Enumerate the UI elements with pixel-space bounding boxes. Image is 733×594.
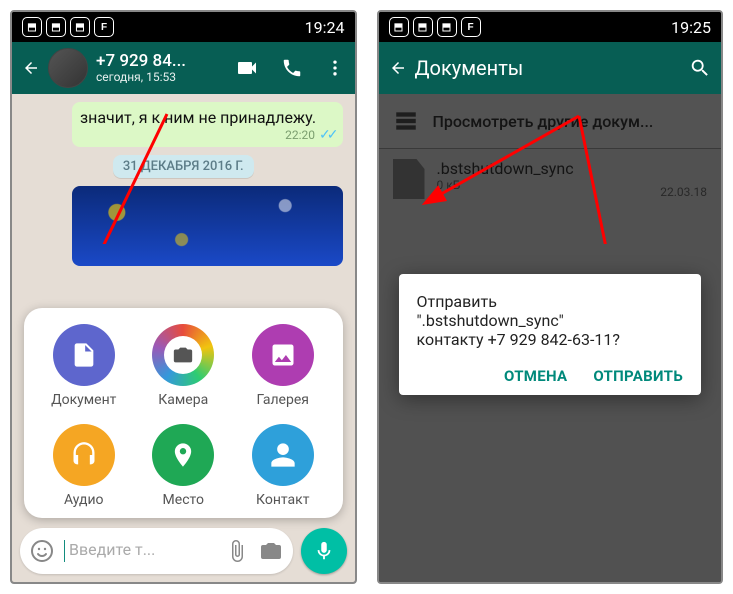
status-icon: F bbox=[94, 17, 114, 37]
cancel-button[interactable]: ОТМЕНА bbox=[504, 367, 567, 385]
message-input-bar: Введите т... bbox=[20, 528, 347, 574]
attach-document[interactable]: Документ bbox=[34, 324, 134, 408]
status-bar: ⬒ ⬒ ⬒ F 19:25 bbox=[379, 12, 722, 42]
search-icon[interactable] bbox=[689, 57, 711, 79]
attachment-sheet: Документ Камера Галерея bbox=[24, 308, 343, 518]
send-button[interactable]: ОТПРАВИТЬ bbox=[593, 367, 683, 385]
dialog-text-line: контакту +7 929 842-63-11? bbox=[417, 330, 684, 349]
dialog-text-line: Отправить bbox=[417, 292, 684, 311]
message-input-box[interactable]: Введите т... bbox=[20, 528, 293, 574]
attach-gallery[interactable]: Галерея bbox=[233, 324, 333, 408]
read-ticks-icon: ✓✓ bbox=[319, 127, 334, 143]
gallery-icon bbox=[269, 341, 297, 369]
attach-label: Галерея bbox=[233, 392, 333, 408]
status-icon: ⬒ bbox=[413, 17, 433, 37]
mic-icon bbox=[313, 540, 335, 562]
status-icon: ⬒ bbox=[70, 17, 90, 37]
status-clock: 19:24 bbox=[305, 18, 345, 37]
camera-icon bbox=[172, 344, 194, 366]
attach-contact[interactable]: Контакт bbox=[233, 424, 333, 508]
attach-label: Камера bbox=[134, 392, 234, 408]
chat-appbar: +7 929 84... сегодня, 15:53 bbox=[12, 42, 355, 94]
person-icon bbox=[269, 441, 297, 469]
send-confirm-dialog: Отправить ".bstshutdown_sync" контакту +… bbox=[399, 274, 702, 395]
mic-send-button[interactable] bbox=[301, 528, 347, 574]
screen-title: Документы bbox=[415, 56, 682, 80]
back-button[interactable] bbox=[389, 58, 407, 78]
location-pin-icon bbox=[169, 441, 197, 469]
documents-appbar: Документы bbox=[379, 42, 722, 94]
attach-label: Документ bbox=[34, 392, 134, 408]
voice-call-icon[interactable] bbox=[281, 57, 303, 79]
contact-avatar[interactable] bbox=[48, 48, 88, 88]
dialog-text-line: ".bstshutdown_sync" bbox=[417, 311, 684, 330]
camera-input-icon[interactable] bbox=[259, 539, 283, 563]
attach-label: Аудио bbox=[34, 492, 134, 508]
headphones-icon bbox=[70, 441, 98, 469]
document-icon bbox=[70, 341, 98, 369]
image-message[interactable] bbox=[72, 186, 343, 266]
documents-body: Просмотреть другие докум... .bstshutdown… bbox=[379, 94, 722, 582]
contact-name: +7 929 84... bbox=[96, 52, 227, 71]
attach-audio[interactable]: Аудио bbox=[34, 424, 134, 508]
attach-location[interactable]: Место bbox=[134, 424, 234, 508]
status-icon: F bbox=[461, 17, 481, 37]
video-call-icon[interactable] bbox=[235, 56, 259, 80]
status-clock: 19:25 bbox=[671, 18, 711, 37]
attach-label: Место bbox=[134, 492, 234, 508]
chat-message-out[interactable]: значит, я к ним не принадлежу. 22:20 ✓✓ bbox=[72, 102, 343, 147]
date-separator: 31 ДЕКАБРЯ 2016 Г. bbox=[113, 155, 254, 178]
phone-left: ⬒ ⬒ ⬒ F 19:24 +7 929 84... сегодня, 15:5… bbox=[10, 10, 357, 584]
attach-icon[interactable] bbox=[225, 539, 249, 563]
message-text: значит, я к ним не принадлежу. bbox=[80, 108, 335, 127]
more-icon[interactable] bbox=[325, 58, 345, 78]
input-placeholder: Введите т... bbox=[64, 540, 215, 562]
contact-last-seen: сегодня, 15:53 bbox=[96, 71, 227, 84]
back-button[interactable] bbox=[22, 59, 40, 77]
emoji-icon[interactable] bbox=[30, 539, 54, 563]
message-time: 22:20 bbox=[285, 128, 315, 142]
attach-label: Контакт bbox=[233, 492, 333, 508]
contact-title-block[interactable]: +7 929 84... сегодня, 15:53 bbox=[96, 52, 227, 84]
attach-camera[interactable]: Камера bbox=[134, 324, 234, 408]
phone-right: ⬒ ⬒ ⬒ F 19:25 Документы Просмотреть друг… bbox=[377, 10, 724, 584]
chat-body: значит, я к ним не принадлежу. 22:20 ✓✓ … bbox=[12, 94, 355, 582]
status-bar: ⬒ ⬒ ⬒ F 19:24 bbox=[12, 12, 355, 42]
status-icon: ⬒ bbox=[22, 17, 42, 37]
status-icon: ⬒ bbox=[389, 17, 409, 37]
status-icon: ⬒ bbox=[437, 17, 457, 37]
status-icon: ⬒ bbox=[46, 17, 66, 37]
